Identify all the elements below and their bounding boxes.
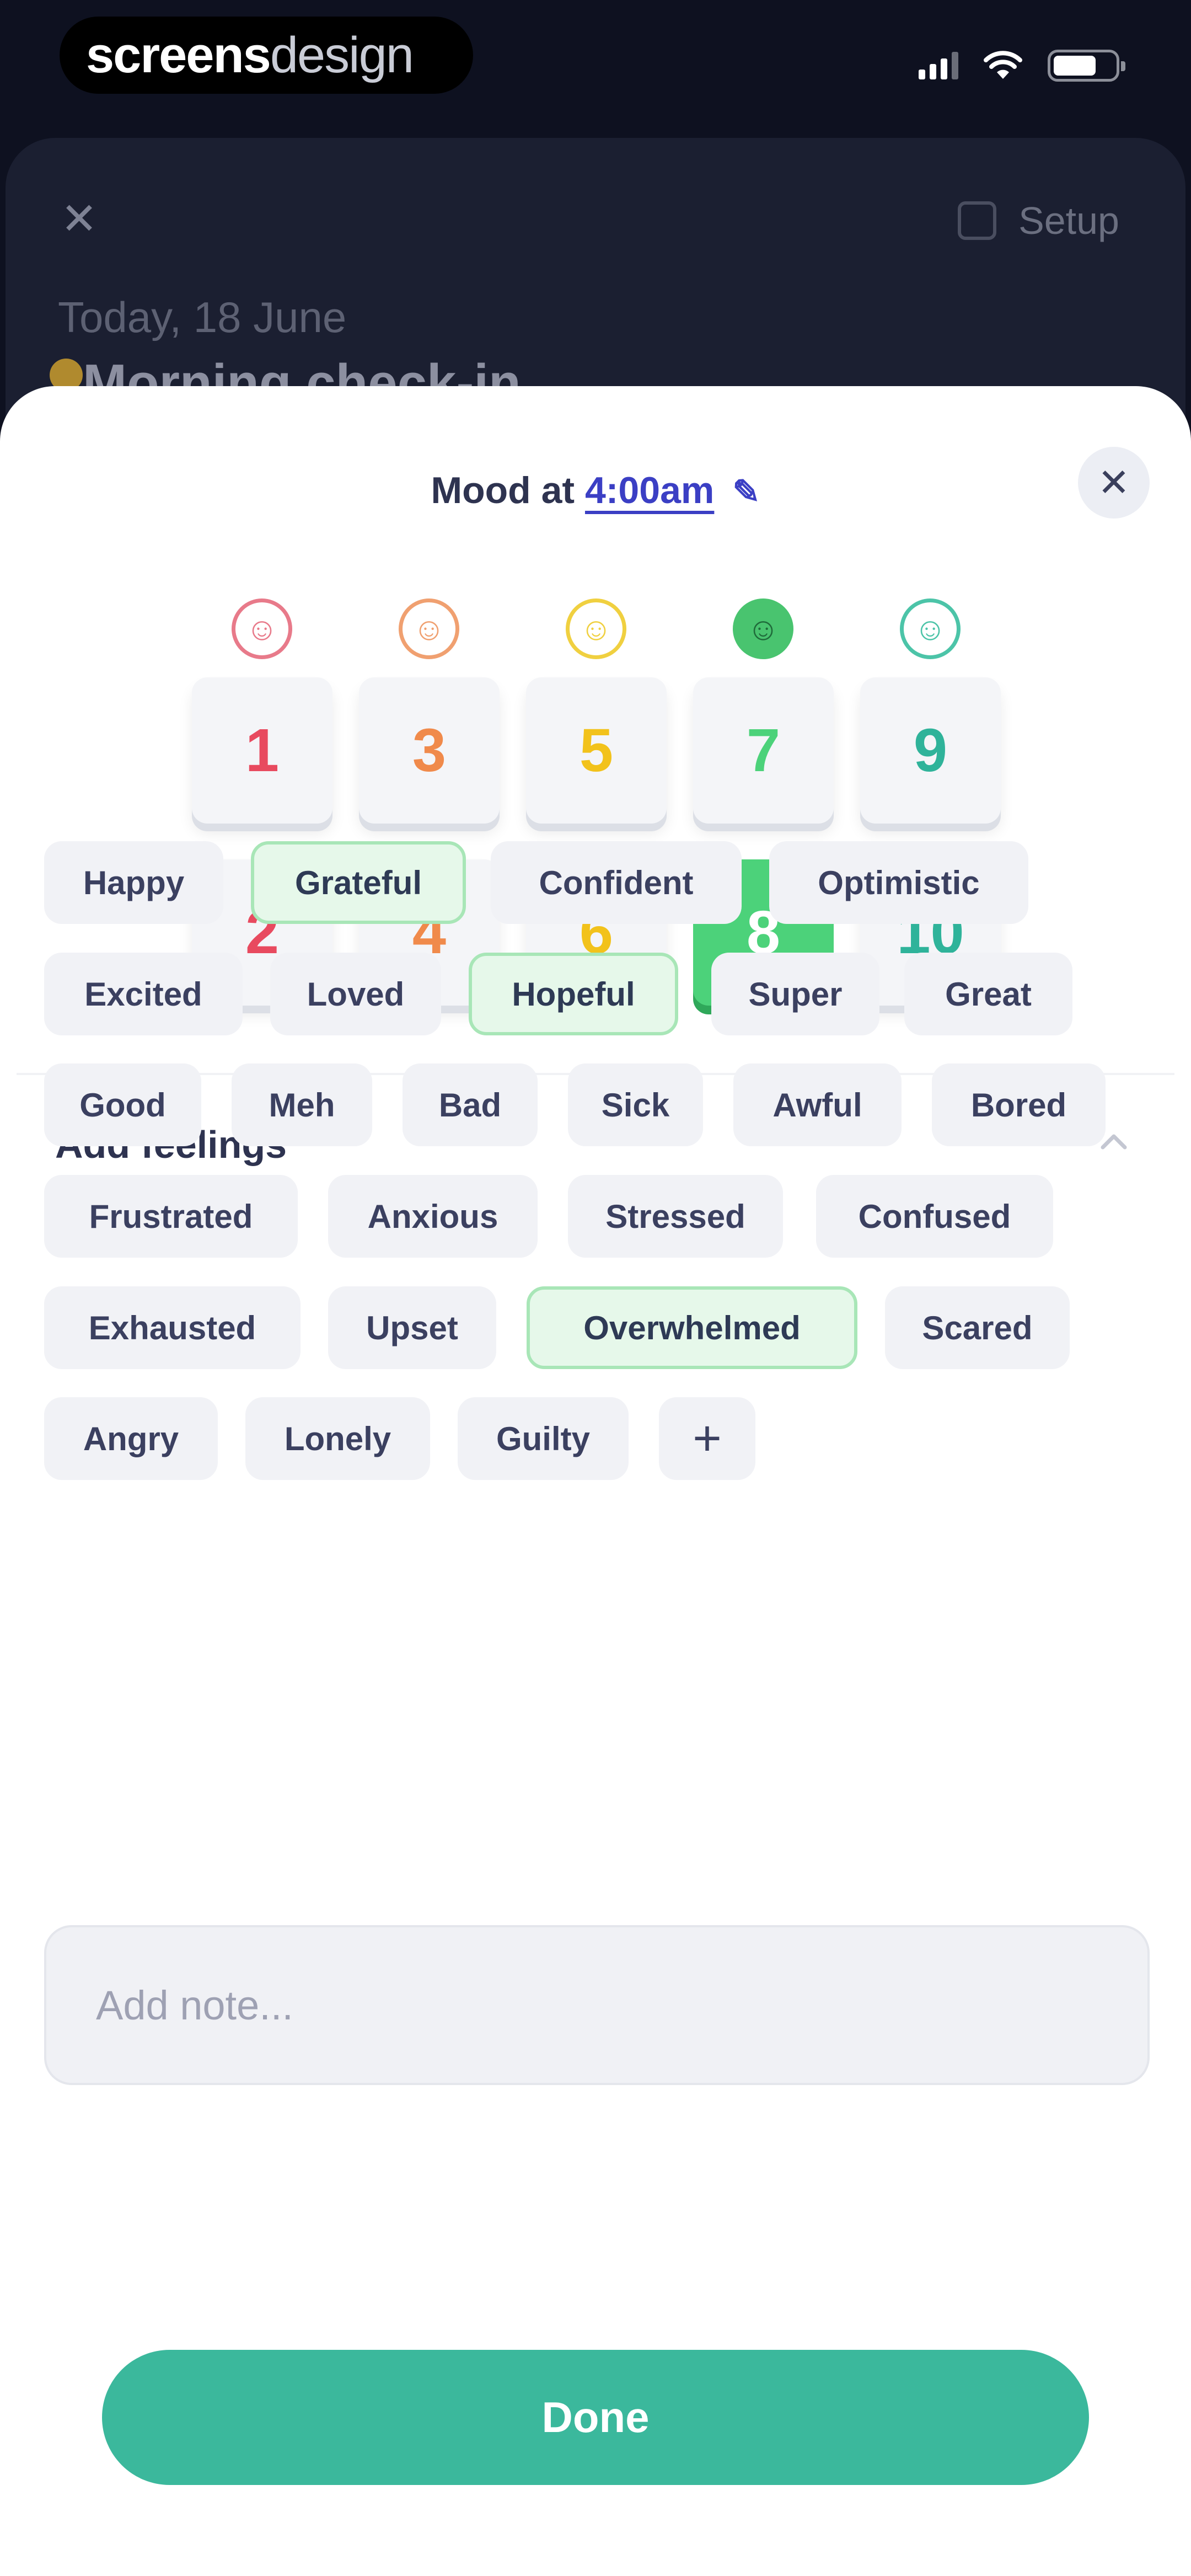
mood-face-icon: ☺ xyxy=(900,598,961,659)
feeling-chip-upset[interactable]: Upset xyxy=(328,1286,496,1369)
setup-label: Setup xyxy=(1018,199,1119,242)
background-close-icon: ✕ xyxy=(61,194,98,243)
note-input[interactable]: Add note... xyxy=(44,1925,1150,2085)
feeling-chip-angry[interactable]: Angry xyxy=(44,1397,218,1480)
feeling-chip-bad[interactable]: Bad xyxy=(403,1063,538,1146)
feeling-chip-frustrated[interactable]: Frustrated xyxy=(44,1175,298,1258)
mood-face-icon: ☺ xyxy=(232,598,292,659)
brand-logo: screens design xyxy=(60,17,473,94)
mood-time-link[interactable]: 4:00am xyxy=(585,469,714,511)
setup-icon xyxy=(958,201,997,240)
feeling-chip-hopeful[interactable]: Hopeful xyxy=(469,953,678,1035)
close-icon: ✕ xyxy=(1097,461,1130,504)
feeling-chip-optimistic[interactable]: Optimistic xyxy=(769,841,1028,924)
battery-icon xyxy=(1048,50,1125,82)
feeling-chip-lonely[interactable]: Lonely xyxy=(245,1397,430,1480)
status-bar: screens design xyxy=(0,0,1191,110)
brand-text-strong: screens xyxy=(86,26,271,83)
mood-score-3[interactable]: 3 xyxy=(359,677,500,824)
feeling-chip-good[interactable]: Good xyxy=(44,1063,201,1146)
feeling-chip-meh[interactable]: Meh xyxy=(232,1063,372,1146)
feeling-chip-stressed[interactable]: Stressed xyxy=(568,1175,783,1258)
feeling-chip-confused[interactable]: Confused xyxy=(816,1175,1053,1258)
mood-score-5[interactable]: 5 xyxy=(526,677,667,824)
feeling-chip-confident[interactable]: Confident xyxy=(491,841,742,924)
feeling-chip-grateful[interactable]: Grateful xyxy=(251,841,466,924)
mood-title-prefix: Mood at xyxy=(431,469,575,511)
mood-face-icon: ☺ xyxy=(733,598,793,659)
close-button[interactable]: ✕ xyxy=(1078,447,1150,519)
feeling-chip-scared[interactable]: Scared xyxy=(885,1286,1070,1369)
mood-title: Mood at 4:00am ✎ xyxy=(0,469,1191,512)
mood-score-7[interactable]: 7 xyxy=(693,677,834,824)
feeling-chip-exhausted[interactable]: Exhausted xyxy=(44,1286,301,1369)
brand-text-light: design xyxy=(270,26,414,83)
mood-face-icon: ☺ xyxy=(399,598,459,659)
pencil-icon[interactable]: ✎ xyxy=(732,473,760,510)
mood-face-icon: ☺ xyxy=(566,598,626,659)
feeling-chip-awful[interactable]: Awful xyxy=(733,1063,902,1146)
mood-score-9[interactable]: 9 xyxy=(860,677,1001,824)
feeling-chip-great[interactable]: Great xyxy=(904,953,1072,1035)
done-button[interactable]: Done xyxy=(102,2350,1089,2485)
feeling-chip-happy[interactable]: Happy xyxy=(44,841,223,924)
feeling-chip-overwhelmed[interactable]: Overwhelmed xyxy=(527,1286,857,1369)
mood-score-1[interactable]: 1 xyxy=(192,677,332,824)
background-setup-button: Setup xyxy=(958,199,1119,243)
feeling-chip-sick[interactable]: Sick xyxy=(568,1063,703,1146)
feeling-chip-anxious[interactable]: Anxious xyxy=(328,1175,538,1258)
feeling-chip-excited[interactable]: Excited xyxy=(44,953,243,1035)
feeling-chip-guilty[interactable]: Guilty xyxy=(458,1397,629,1480)
signal-icon xyxy=(919,52,958,79)
add-feeling-button[interactable]: + xyxy=(659,1397,755,1480)
feeling-chip-loved[interactable]: Loved xyxy=(270,953,441,1035)
feeling-chip-bored[interactable]: Bored xyxy=(932,1063,1106,1146)
background-date: Today, 18 June xyxy=(58,293,347,341)
status-icons xyxy=(919,50,1125,82)
feeling-chip-super[interactable]: Super xyxy=(711,953,879,1035)
mood-modal: Mood at 4:00am ✎ ✕ ☺☺☺☺☺ 13579246810 Add… xyxy=(0,386,1191,2576)
wifi-icon xyxy=(984,51,1022,79)
